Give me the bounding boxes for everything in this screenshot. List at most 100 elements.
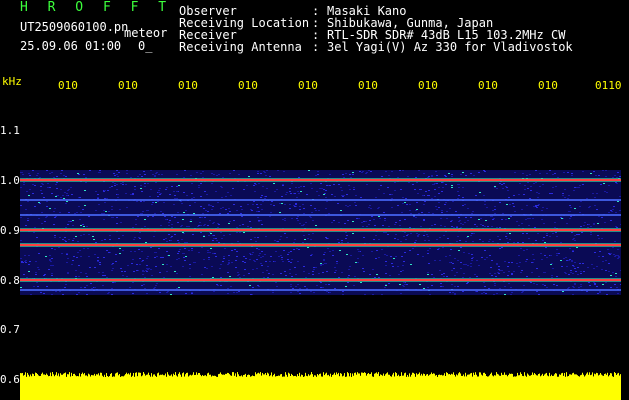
noise-speck <box>618 257 620 258</box>
noise-speck <box>398 274 400 275</box>
amplitude-bar <box>221 374 222 400</box>
noise-speck <box>362 171 364 172</box>
noise-speck <box>449 292 451 293</box>
noise-speck <box>531 262 533 263</box>
weak-carrier-line <box>20 199 621 201</box>
noise-speck <box>290 284 292 285</box>
noise-speck <box>78 265 80 266</box>
amplitude-bar <box>571 374 572 400</box>
noise-speck <box>256 211 258 212</box>
noise-speck <box>370 208 372 209</box>
noise-speck <box>186 242 188 243</box>
noise-speck <box>121 271 123 272</box>
noise-speck <box>204 267 206 268</box>
noise-speck <box>198 185 200 186</box>
noise-speck <box>460 223 462 224</box>
noise-speck <box>349 205 351 206</box>
amplitude-bar <box>147 374 148 400</box>
noise-speck <box>139 264 141 265</box>
noise-speck <box>295 203 297 204</box>
amplitude-bar <box>567 376 568 400</box>
amplitude-bar <box>279 375 280 400</box>
noise-speck <box>231 250 233 251</box>
amplitude-bar <box>617 373 618 400</box>
noise-speck <box>137 216 139 217</box>
noise-speck <box>213 291 215 292</box>
noise-speck <box>302 242 304 243</box>
amplitude-bar <box>519 375 520 400</box>
noise-speck <box>421 212 423 213</box>
noise-speck <box>242 224 244 225</box>
noise-speck <box>80 235 82 236</box>
noise-speck <box>403 261 405 262</box>
noise-speck <box>489 239 491 240</box>
noise-speck <box>474 224 476 225</box>
noise-speck <box>291 183 293 184</box>
noise-speck <box>230 286 232 287</box>
noise-speck <box>204 217 206 218</box>
amplitude-bar <box>267 372 268 400</box>
noise-speck <box>240 213 242 214</box>
noise-speck <box>289 269 291 270</box>
amplitude-bar <box>387 372 388 400</box>
noise-speck <box>441 191 443 192</box>
amplitude-bar <box>29 376 30 400</box>
noise-speck <box>546 235 548 236</box>
noise-speck <box>560 217 562 218</box>
noise-speck <box>390 256 392 257</box>
noise-speck <box>326 201 328 202</box>
noise-speck <box>103 210 105 211</box>
noise-speck <box>278 256 280 257</box>
noise-speck <box>617 255 619 256</box>
amplitude-bar <box>252 375 253 400</box>
noise-speck <box>521 292 523 293</box>
noise-speck <box>282 219 284 220</box>
noise-speck <box>564 189 566 190</box>
noise-speck <box>462 172 464 173</box>
noise-speck <box>91 288 93 289</box>
noise-speck <box>432 184 434 185</box>
noise-speck <box>597 235 599 236</box>
noise-speck <box>97 194 99 195</box>
noise-speck <box>221 238 223 239</box>
noise-speck <box>537 197 539 198</box>
amplitude-bar <box>288 372 289 400</box>
noise-speck <box>211 209 213 210</box>
noise-speck <box>274 191 276 192</box>
noise-speck <box>380 185 382 186</box>
amplitude-bar <box>351 376 352 400</box>
noise-speck <box>143 171 145 172</box>
noise-speck <box>63 198 65 199</box>
amplitude-bar <box>297 374 298 400</box>
amplitude-bar <box>52 372 53 400</box>
noise-speck <box>522 173 524 174</box>
amplitude-bar <box>437 376 438 400</box>
noise-speck <box>299 209 301 210</box>
noise-speck <box>153 236 155 237</box>
noise-speck <box>580 286 582 287</box>
noise-speck <box>296 197 298 198</box>
noise-speck <box>580 271 582 272</box>
amplitude-bar <box>201 376 202 400</box>
noise-speck <box>242 261 244 262</box>
noise-speck <box>47 183 49 184</box>
noise-speck <box>467 208 469 209</box>
noise-speck <box>449 255 451 256</box>
amplitude-bar <box>572 373 573 400</box>
noise-speck <box>134 186 136 187</box>
noise-speck <box>405 198 407 199</box>
amplitude-bar <box>298 375 299 400</box>
noise-speck <box>28 195 30 196</box>
noise-speck <box>320 263 322 264</box>
noise-speck <box>325 284 327 285</box>
amplitude-bar <box>315 375 316 400</box>
noise-speck <box>132 282 134 283</box>
amplitude-bar <box>436 374 437 400</box>
noise-speck <box>363 271 365 272</box>
amplitude-bar <box>216 376 217 400</box>
noise-speck <box>265 175 267 176</box>
amplitude-bar <box>209 374 210 400</box>
noise-speck <box>611 211 613 212</box>
noise-speck <box>116 189 118 190</box>
amplitude-bar <box>295 375 296 400</box>
